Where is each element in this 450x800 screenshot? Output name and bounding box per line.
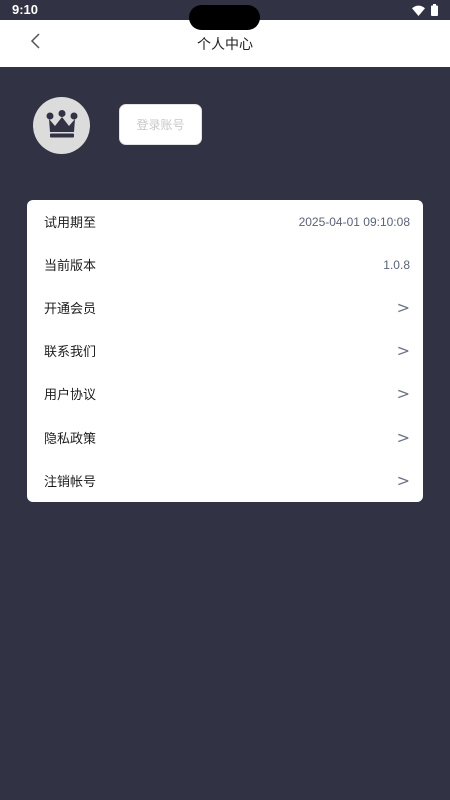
login-button[interactable]: 登录账号	[119, 104, 202, 145]
wifi-icon	[412, 5, 425, 16]
row-label: 隐私政策	[44, 431, 97, 447]
settings-card: 试用期至 2025-04-01 09:10:08 当前版本 1.0.8 开通会员…	[27, 200, 423, 502]
status-icons	[412, 4, 438, 16]
row-label: 当前版本	[44, 259, 97, 275]
battery-icon	[431, 4, 438, 16]
chevron-right-icon: >	[396, 427, 410, 447]
trial-expiry-value: 2025-04-01 09:10:08	[298, 214, 410, 229]
crown-icon	[46, 109, 78, 142]
row-label: 用户协议	[44, 388, 97, 404]
list-item-privacy-policy[interactable]: 隐私政策 >	[27, 415, 423, 458]
list-item-contact[interactable]: 联系我们 >	[27, 329, 423, 372]
list-item-trial-expiry: 试用期至 2025-04-01 09:10:08	[27, 200, 423, 243]
row-label: 联系我们	[44, 345, 97, 361]
row-label: 注销帐号	[44, 474, 97, 490]
row-label: 试用期至	[44, 216, 97, 232]
camera-cutout	[189, 5, 260, 30]
chevron-right-icon: >	[396, 384, 410, 404]
avatar[interactable]	[33, 97, 90, 154]
chevron-right-icon: >	[396, 341, 410, 361]
list-item-version: 当前版本 1.0.8	[27, 243, 423, 286]
list-item-delete-account[interactable]: 注销帐号 >	[27, 459, 423, 502]
version-value: 1.0.8	[383, 257, 410, 272]
row-label: 开通会员	[44, 302, 97, 318]
list-item-membership[interactable]: 开通会员 >	[27, 286, 423, 329]
status-time: 9:10	[12, 2, 39, 17]
list-item-user-agreement[interactable]: 用户协议 >	[27, 372, 423, 415]
page-title: 个人中心	[197, 37, 253, 53]
chevron-right-icon: >	[396, 470, 410, 490]
chevron-right-icon: >	[396, 298, 410, 318]
